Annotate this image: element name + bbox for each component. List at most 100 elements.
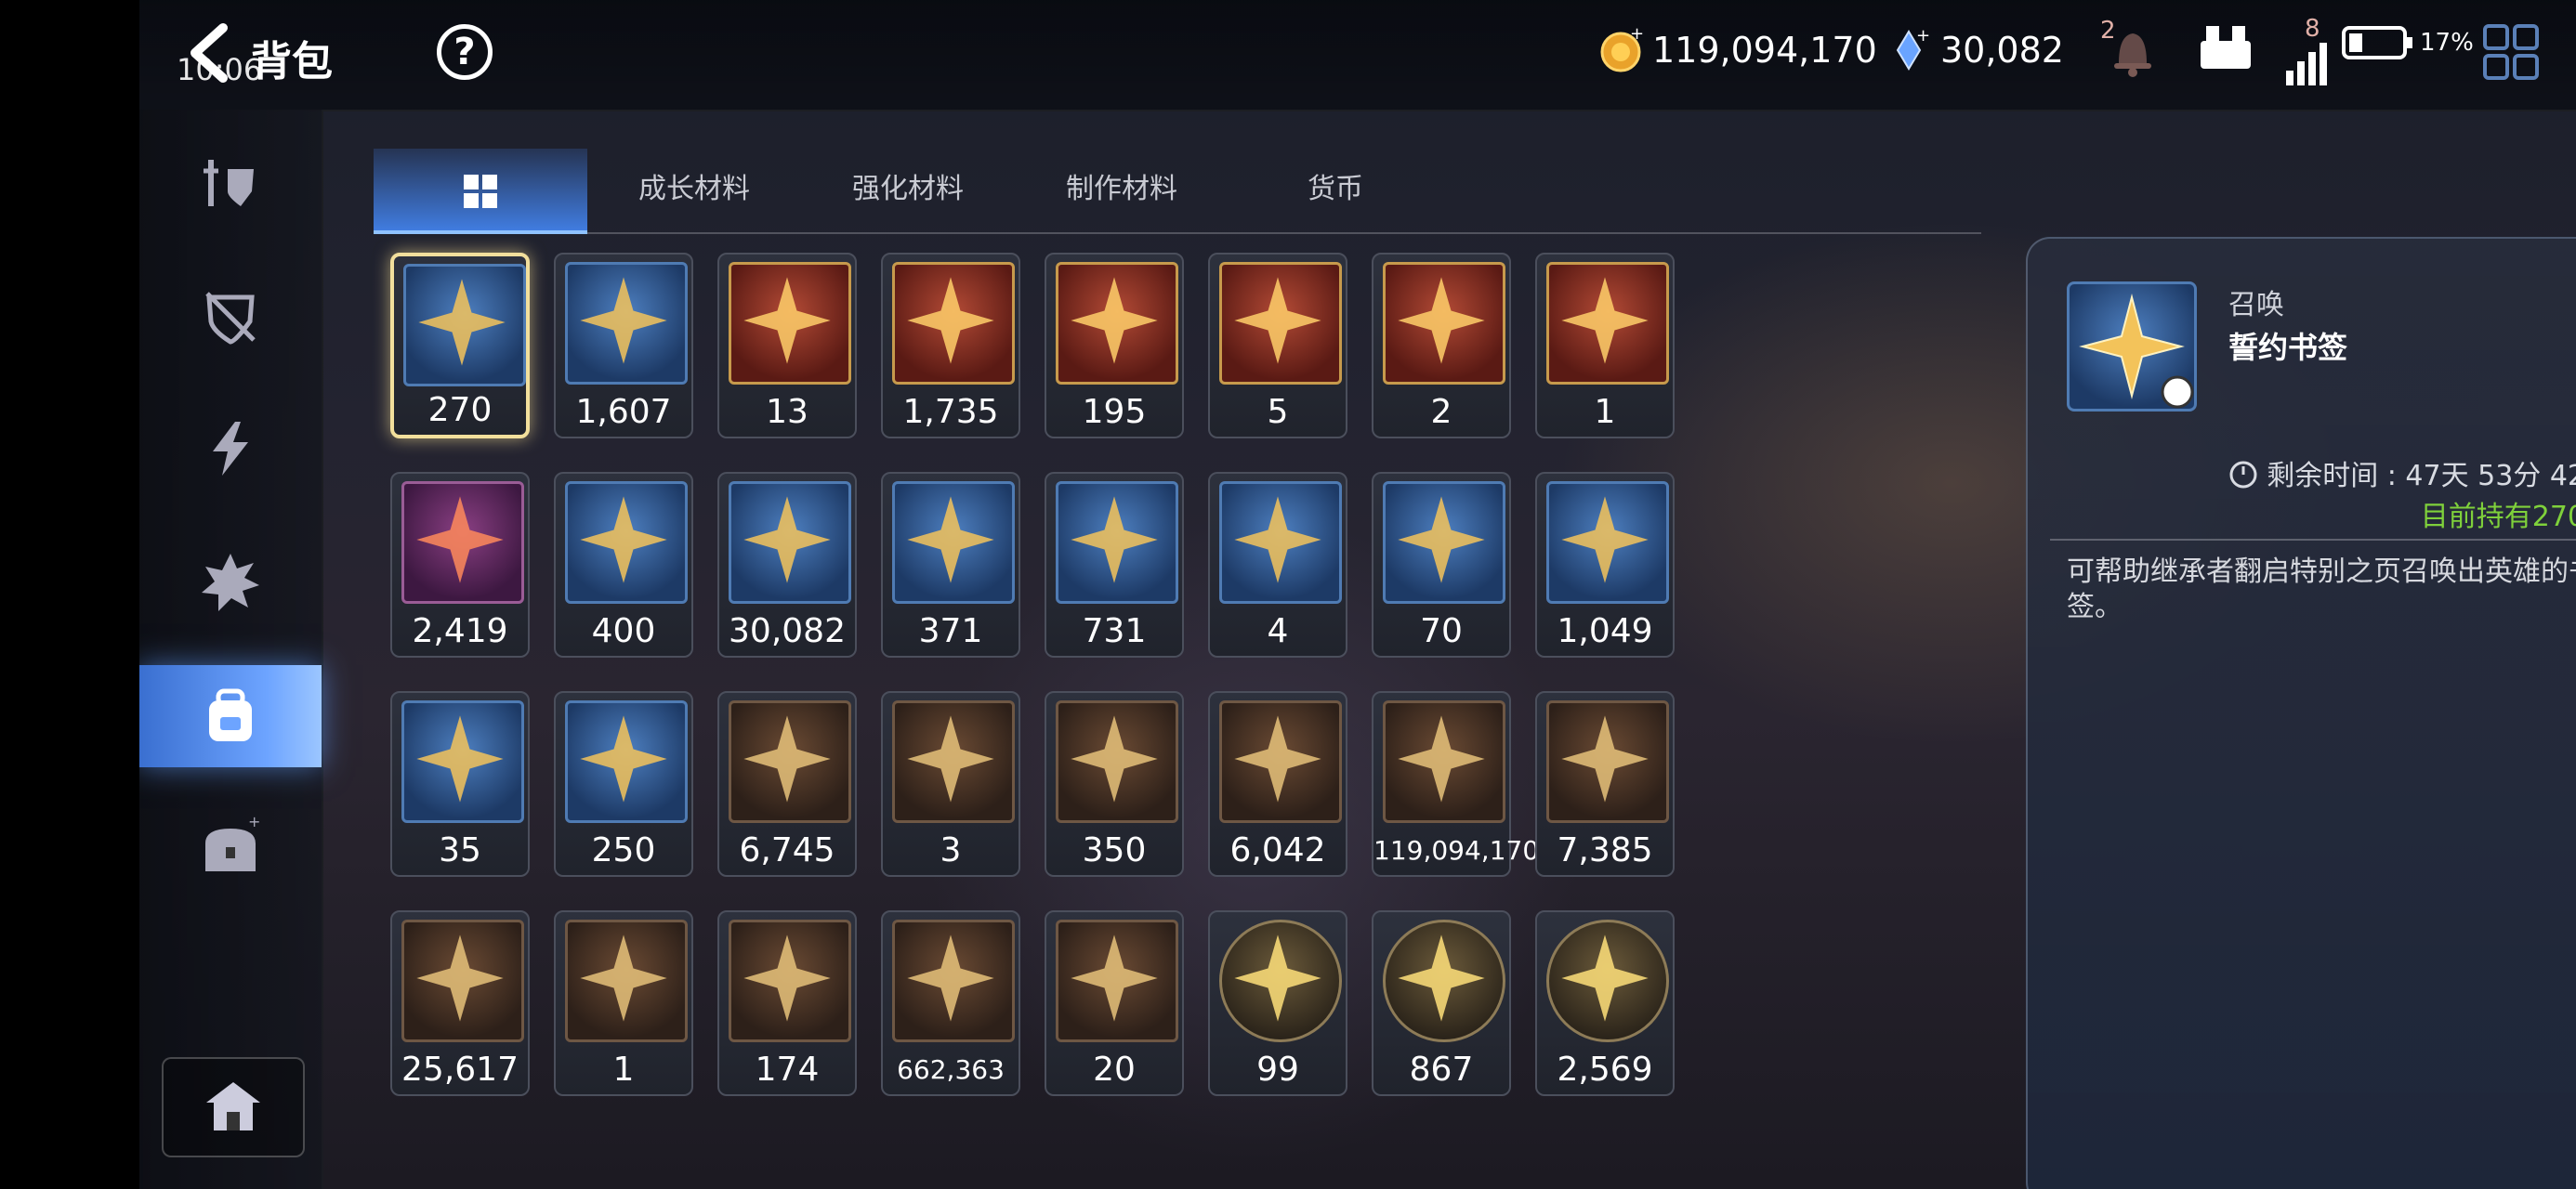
slot-count: 35	[439, 831, 481, 869]
detail-item-icon	[2067, 281, 2197, 412]
inventory-slot[interactable]: 731	[1045, 472, 1184, 658]
pink-crystal-pile-icon	[1546, 481, 1669, 604]
inventory-slot[interactable]: 2,569	[1535, 910, 1675, 1096]
hamster-archer-icon	[1383, 920, 1505, 1042]
slot-count: 371	[918, 612, 983, 650]
compass-star-icon	[565, 262, 688, 385]
inventory-slot[interactable]: 2,419	[390, 472, 530, 658]
gold-emblem-icon	[401, 920, 524, 1042]
hero-card-icon	[565, 700, 688, 823]
green-leaf-icon	[1056, 481, 1178, 604]
tab-crafting-materials[interactable]: 制作材料	[1015, 149, 1229, 230]
inventory-slot[interactable]: 1,735	[881, 253, 1020, 438]
slot-count: 1	[1594, 393, 1616, 431]
compass-star-icon	[2079, 294, 2194, 409]
silver-drop-icon	[1056, 700, 1178, 823]
moon-ring-icon	[401, 481, 524, 604]
grid-icon	[464, 175, 497, 208]
sidebar-item-bag[interactable]	[139, 665, 322, 767]
sidebar-item-skills[interactable]	[139, 398, 322, 500]
status-clock: 10:06	[177, 52, 263, 87]
purple-card-icon	[1383, 481, 1505, 604]
sidebar-house-button[interactable]	[162, 1057, 305, 1157]
slot-count: 20	[1093, 1051, 1136, 1089]
sidebar-item-runes[interactable]	[139, 531, 322, 634]
lightning-icon	[213, 422, 248, 476]
inventory-slot[interactable]: 20	[1045, 910, 1184, 1096]
slot-count: 30,082	[729, 612, 846, 650]
red-mask-icon	[892, 920, 1015, 1042]
slot-count: 3	[940, 831, 962, 869]
detail-item-name: 誓约书签	[2228, 330, 2348, 365]
slot-count: 6,745	[739, 831, 835, 869]
inventory-slot[interactable]: 1	[554, 910, 693, 1096]
inventory-slot[interactable]: 1,607	[554, 253, 693, 438]
backpack-icon	[209, 688, 252, 741]
inventory-slot[interactable]: 350	[1045, 691, 1184, 877]
hamster-green-icon	[1546, 920, 1669, 1042]
red-banner-icon	[565, 920, 688, 1042]
item-detail-panel: 召唤 誓约书签 剩余时间 : 47天 53分 42秒 目前持有270个 可帮助继…	[2026, 237, 2576, 1189]
inventory-slot[interactable]: 13	[717, 253, 857, 438]
detail-owned-count: 目前持有270个	[2420, 501, 2576, 533]
inventory-slot[interactable]: 6,745	[717, 691, 857, 877]
inventory-slot[interactable]: 867	[1372, 910, 1511, 1096]
gem-currency[interactable]: + 30,082	[1886, 28, 2064, 72]
sidebar-item-equipment[interactable]	[139, 132, 322, 234]
treasure-chest-icon: +	[205, 816, 260, 871]
inventory-slot[interactable]: 70	[1372, 472, 1511, 658]
detail-description: 可帮助继承者翻启特别之页召唤出英雄的书签。	[2067, 555, 2576, 623]
inventory-slot[interactable]: 30,082	[717, 472, 857, 658]
inventory-slot[interactable]: 4	[1208, 472, 1347, 658]
inventory-slot[interactable]: 371	[881, 472, 1020, 658]
inventory-slot[interactable]: 119,094,170	[1372, 691, 1540, 877]
blue-drop-icon	[1546, 262, 1669, 385]
inventory-slot[interactable]: 250	[554, 691, 693, 877]
slot-count: 5	[1267, 393, 1289, 431]
red-flower-gem-icon	[729, 262, 851, 385]
inventory-slot[interactable]: 270	[390, 253, 530, 438]
slot-count: 662,363	[897, 1054, 1005, 1085]
inventory-slot[interactable]: 3	[881, 691, 1020, 877]
game-screen: 10:06 背包 ? + 119,094,170 + 30,082 2 8 17…	[139, 0, 2576, 1189]
inventory-slot[interactable]: 99	[1208, 910, 1347, 1096]
inventory-slot[interactable]: 25,617	[390, 910, 530, 1096]
inventory-slot[interactable]: 400	[554, 472, 693, 658]
green-crystal-icon	[892, 481, 1015, 604]
tab-enhance-materials[interactable]: 强化材料	[801, 149, 1015, 230]
help-button[interactable]: ?	[437, 24, 493, 80]
blue-eye-icon	[1056, 262, 1178, 385]
inventory-slot[interactable]: 662,363	[881, 910, 1020, 1096]
inventory-slot[interactable]: 35	[390, 691, 530, 877]
inventory-slot[interactable]: 1	[1535, 253, 1675, 438]
golden-ticket-icon	[1056, 920, 1178, 1042]
inventory-slot[interactable]: 174	[717, 910, 857, 1096]
tab-currency[interactable]: 货币	[1229, 149, 1442, 230]
inventory-slot[interactable]: 195	[1045, 253, 1184, 438]
tab-growth-materials[interactable]: 成长材料	[587, 149, 801, 230]
inventory-slot[interactable]: 1,049	[1535, 472, 1675, 658]
notification-count: 2	[2100, 17, 2116, 45]
sidebar-item-defense[interactable]	[139, 266, 322, 368]
blue-diamond-icon: +	[1896, 28, 1930, 71]
slot-count: 350	[1082, 831, 1147, 869]
tab-all[interactable]	[374, 149, 587, 234]
gem-amount: 30,082	[1940, 30, 2064, 71]
menu-grid-button[interactable]	[2481, 22, 2541, 85]
sidebar-item-chest[interactable]: +	[139, 797, 322, 899]
inventory-slot[interactable]: 7,385	[1535, 691, 1675, 877]
gold-currency[interactable]: + 119,094,170	[1598, 28, 1877, 72]
slot-count: 119,094,170	[1373, 835, 1540, 866]
chess-knight-icon	[729, 920, 851, 1042]
purple-seal-icon	[892, 700, 1015, 823]
inventory-slot[interactable]: 2	[1372, 253, 1511, 438]
team-button[interactable]	[2193, 22, 2258, 82]
inventory-slot[interactable]: 6,042	[1208, 691, 1347, 877]
slot-count: 250	[591, 831, 656, 869]
notification-bell[interactable]: 2	[2100, 17, 2165, 82]
crossed-shield-icon	[205, 292, 256, 345]
inventory-slot[interactable]: 5	[1208, 253, 1347, 438]
slot-count: 731	[1082, 612, 1147, 650]
slot-count: 1	[612, 1051, 635, 1089]
slot-count: 1,607	[575, 393, 672, 431]
